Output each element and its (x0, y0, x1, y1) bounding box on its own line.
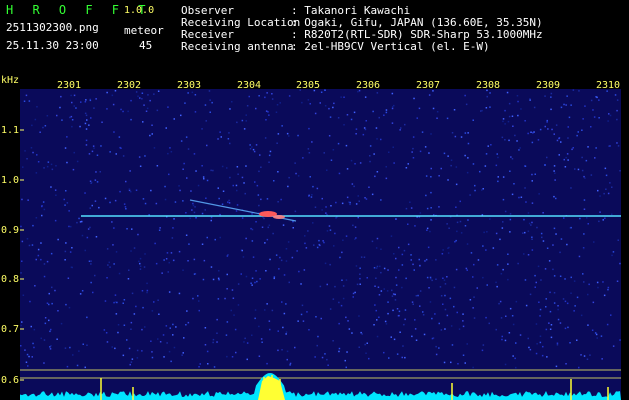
x-tick-label: 2303 (177, 80, 201, 91)
y-tick-label: 0.6 (1, 375, 19, 386)
x-tick-label: 2310 (596, 80, 620, 91)
y-tick-label: 1.1 (1, 125, 19, 136)
app-version: 1.0.0 (124, 5, 155, 16)
x-tick-label: 2309 (536, 80, 560, 91)
x-tick-label: 2302 (117, 80, 141, 91)
meteor-head-tail (273, 215, 285, 219)
y-axis-unit: kHz (1, 75, 19, 86)
meteor-count-value: 45 (139, 39, 153, 52)
x-tick-label: 2304 (237, 80, 261, 91)
spectrogram-panel: kHz 1.1 1.0 0.9 0.8 0.7 0.6 2301 2302 23… (0, 75, 629, 400)
y-tick-label: 0.9 (1, 225, 19, 236)
x-tick-label: 2306 (356, 80, 380, 91)
file-datetime: 25.11.30 23:00 (6, 39, 99, 52)
header-panel: H R O F F T 1.0.0 2511302300.png 25.11.3… (0, 0, 629, 75)
file-name: 2511302300.png (6, 21, 99, 34)
info-value-antenna: : 2el-HB9CV Vertical (el. E-W) (291, 40, 490, 53)
spectrogram-field (20, 89, 621, 400)
info-label-antenna: Receiving antenna (181, 40, 294, 53)
y-tick-label: 1.0 (1, 175, 19, 186)
y-tick-label: 0.8 (1, 274, 19, 285)
meteor-count-label: meteor (124, 24, 164, 37)
x-tick-label: 2305 (296, 80, 320, 91)
x-tick-label: 2308 (476, 80, 500, 91)
x-tick-label: 2307 (416, 80, 440, 91)
x-tick-label: 2301 (57, 80, 81, 91)
y-tick-label: 0.7 (1, 324, 19, 335)
